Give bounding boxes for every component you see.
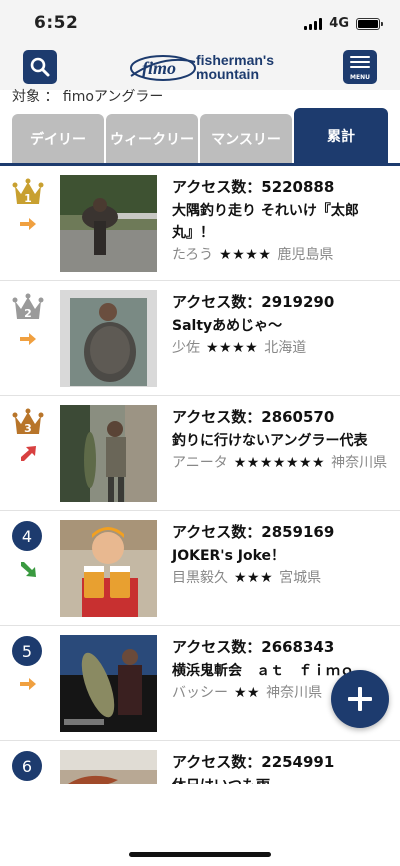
- ranking-row[interactable]: 3 アクセス数：2860570 釣りに行けないアングラー代表 アニータ ★★★★★…: [0, 396, 400, 511]
- ranking-info: アクセス数：2919290 Saltyあめじゃ〜 少佐 ★★★★ 北海道: [172, 292, 392, 359]
- silver-crown-icon: 2: [12, 293, 44, 320]
- rank-badge: 4: [12, 521, 42, 551]
- ranking-row[interactable]: 1 アクセス数：5220888 大隅釣り走り それいけ『太郎丸』！ たろう ★★★…: [0, 166, 400, 281]
- bronze-crown-icon: 3: [12, 408, 44, 435]
- home-indicator[interactable]: [129, 852, 271, 857]
- location: 鹿児島県: [277, 247, 334, 263]
- add-post-button[interactable]: [331, 670, 389, 728]
- ranking-info: アクセス数：2860570 釣りに行けないアングラー代表 アニータ ★★★★★★★…: [172, 407, 392, 474]
- ranking-subject: 対象 ： fimoアングラー: [12, 89, 164, 105]
- star-rating: ★★★★★★★: [233, 455, 326, 471]
- access-count: アクセス数：2668343: [172, 638, 335, 656]
- user-name: バッシー: [172, 685, 228, 701]
- access-count: アクセス数：2859169: [172, 523, 335, 541]
- status-icons: 4G: [304, 16, 383, 31]
- gold-crown-icon: 1: [12, 178, 44, 205]
- user-name: たろう: [172, 247, 214, 263]
- user-name: 少佐: [172, 340, 200, 356]
- ranking-info: アクセス数：2859169 JOKER's Joke！ 目黒毅久 ★★★ 宮城県: [172, 522, 392, 589]
- star-rating: ★★★★: [206, 340, 259, 356]
- rank-number: 3: [24, 422, 32, 435]
- trend-flat-icon: [20, 333, 36, 345]
- blog-thumbnail[interactable]: [60, 635, 157, 732]
- tab-weekly[interactable]: ウィークリー: [106, 114, 198, 163]
- access-count: アクセス数：2919290: [172, 293, 335, 311]
- logo-line-2: mountain: [196, 66, 259, 82]
- blog-title[interactable]: 大隅釣り走り それいけ『太郎丸』！: [172, 200, 392, 244]
- hamburger-icon: [350, 56, 370, 71]
- rank-number: 2: [24, 307, 32, 320]
- network-label: 4G: [329, 16, 349, 31]
- ranking-meta: 少佐 ★★★★ 北海道: [172, 337, 392, 359]
- blog-thumbnail[interactable]: [60, 290, 157, 387]
- ranking-row[interactable]: 6 アクセス数：2254991 休日はいつも雨: [0, 741, 400, 784]
- star-rating: ★★★: [234, 570, 274, 586]
- star-rating: ★★: [234, 685, 261, 701]
- battery-icon: [356, 17, 383, 30]
- blog-title[interactable]: 釣りに行けないアングラー代表: [172, 430, 392, 452]
- svg-text:fimo: fimo: [142, 58, 176, 78]
- status-time: 6:52: [34, 13, 79, 33]
- status-bar: 6:52 4G: [0, 0, 400, 46]
- ranking-meta: 目黒毅久 ★★★ 宮城県: [172, 567, 392, 589]
- ranking-info: アクセス数：2254991 休日はいつも雨: [172, 752, 392, 784]
- ranking-meta: アニータ ★★★★★★★ 神奈川県: [172, 452, 392, 474]
- photo-fish-catch: [60, 750, 157, 784]
- tab-daily[interactable]: デイリー: [12, 114, 104, 163]
- location: 神奈川県: [331, 455, 388, 471]
- blog-title[interactable]: 休日はいつも雨: [172, 775, 392, 784]
- menu-button[interactable]: MENU: [343, 50, 377, 84]
- star-rating: ★★★★: [219, 247, 272, 263]
- trend-flat-icon: [20, 678, 36, 690]
- access-count: アクセス数：2254991: [172, 753, 335, 771]
- rank-number: 1: [24, 192, 32, 205]
- location: 北海道: [264, 340, 307, 356]
- photo-angler-flatfish: [60, 290, 157, 387]
- ranking-meta: たろう ★★★★ 鹿児島県: [172, 244, 392, 266]
- trend-up-icon: [21, 446, 36, 461]
- blog-title[interactable]: JOKER's Joke！: [172, 545, 392, 567]
- rank-badge: 5: [12, 636, 42, 666]
- search-icon: [30, 57, 50, 77]
- logo-line-1: fisherman's: [196, 52, 275, 68]
- photo-angler-forest: [60, 175, 157, 272]
- trend-flat-icon: [20, 218, 36, 230]
- location: 宮城県: [279, 570, 322, 586]
- tab-total[interactable]: 累計: [294, 108, 388, 163]
- signal-icon: [304, 17, 323, 30]
- logo-wordmark: fisherman's mountain: [196, 53, 274, 81]
- ranking-info: アクセス数：5220888 大隅釣り走り それいけ『太郎丸』！ たろう ★★★★ 鹿…: [172, 177, 392, 266]
- blog-thumbnail[interactable]: [60, 175, 157, 272]
- access-count: アクセス数：2860570: [172, 408, 335, 426]
- blog-thumbnail[interactable]: [60, 750, 157, 784]
- location: 神奈川県: [266, 685, 323, 701]
- rank-badge: 6: [12, 751, 42, 781]
- tab-monthly[interactable]: マンスリー: [200, 114, 292, 163]
- period-tabs: デイリー ウィークリー マンスリー 累計: [0, 108, 400, 166]
- search-button[interactable]: [23, 50, 57, 84]
- user-name: アニータ: [172, 455, 228, 471]
- fimo-logo-icon: fimo: [130, 55, 196, 81]
- blog-thumbnail[interactable]: [60, 405, 157, 502]
- photo-beer-toast: [60, 520, 157, 617]
- ranking-row[interactable]: 2 アクセス数：2919290 Saltyあめじゃ〜 少佐 ★★★★ 北海道: [0, 281, 400, 396]
- site-logo[interactable]: fimo fisherman's mountain: [128, 50, 278, 86]
- user-name: 目黒毅久: [172, 570, 228, 586]
- blog-title[interactable]: Saltyあめじゃ〜: [172, 315, 392, 337]
- app-header: fimo fisherman's mountain MENU: [0, 46, 400, 90]
- access-count: アクセス数：5220888: [172, 178, 335, 196]
- photo-angler-shop: [60, 405, 157, 502]
- blog-thumbnail[interactable]: [60, 520, 157, 617]
- menu-label: MENU: [350, 74, 370, 81]
- trend-down-icon: [21, 562, 36, 577]
- photo-bass-night: [60, 635, 157, 732]
- ranking-row[interactable]: 4 アクセス数：2859169 JOKER's Joke！ 目黒毅久 ★★★ 宮城県: [0, 511, 400, 626]
